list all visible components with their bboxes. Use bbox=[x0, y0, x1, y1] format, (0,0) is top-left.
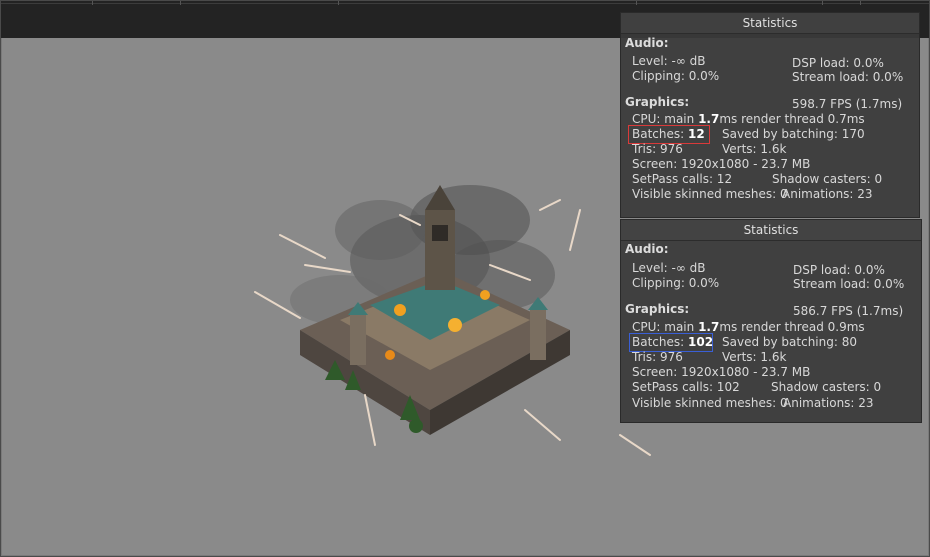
graphics-header: Graphics: bbox=[625, 302, 690, 316]
toolbar-separator bbox=[822, 0, 823, 5]
tris-count: Tris: 976 bbox=[632, 142, 683, 156]
toolbar-separator bbox=[180, 0, 181, 5]
statistics-panel: Statistics Audio: Level: -∞ dB DSP load:… bbox=[620, 219, 922, 423]
skinned-meshes: Visible skinned meshes: 0 bbox=[632, 187, 788, 201]
audio-header: Audio: bbox=[625, 36, 669, 50]
saved-by-batching: Saved by batching: 80 bbox=[722, 335, 857, 349]
animations-count: Animations: 23 bbox=[782, 187, 873, 201]
batches-count: Batches: 12 bbox=[632, 127, 705, 141]
audio-header: Audio: bbox=[625, 242, 669, 256]
audio-level: Level: -∞ dB bbox=[632, 261, 706, 275]
audio-clipping: Clipping: 0.0% bbox=[632, 69, 720, 83]
shadow-casters: Shadow casters: 0 bbox=[772, 172, 883, 186]
shadow-casters: Shadow casters: 0 bbox=[771, 380, 882, 394]
toolbar-separator bbox=[636, 0, 637, 5]
dsp-load: DSP load: 0.0% bbox=[793, 263, 885, 277]
stream-load: Stream load: 0.0% bbox=[792, 70, 904, 84]
screen-info: Screen: 1920x1080 - 23.7 MB bbox=[632, 157, 811, 171]
statistics-panel: Statistics Audio: Level: -∞ dB DSP load:… bbox=[620, 12, 920, 218]
fps-readout: 586.7 FPS (1.7ms) bbox=[793, 304, 904, 318]
setpass-calls: SetPass calls: 12 bbox=[632, 172, 733, 186]
stream-load: Stream load: 0.0% bbox=[793, 277, 905, 291]
tris-count: Tris: 976 bbox=[632, 350, 683, 364]
toolbar-separator bbox=[860, 0, 861, 5]
toolbar-separator bbox=[92, 0, 93, 5]
graphics-header: Graphics: bbox=[625, 95, 690, 109]
screen-info: Screen: 1920x1080 - 23.7 MB bbox=[632, 365, 811, 379]
saved-by-batching: Saved by batching: 170 bbox=[722, 127, 865, 141]
setpass-calls: SetPass calls: 102 bbox=[632, 380, 740, 394]
verts-count: Verts: 1.6k bbox=[722, 142, 787, 156]
fps-readout: 598.7 FPS (1.7ms) bbox=[792, 97, 903, 111]
dsp-load: DSP load: 0.0% bbox=[792, 56, 884, 70]
toolbar-divider bbox=[0, 3, 930, 4]
panel-title: Statistics bbox=[621, 13, 919, 34]
animations-count: Animations: 23 bbox=[783, 396, 874, 410]
audio-clipping: Clipping: 0.0% bbox=[632, 276, 720, 290]
audio-level: Level: -∞ dB bbox=[632, 54, 706, 68]
skinned-meshes: Visible skinned meshes: 0 bbox=[632, 396, 788, 410]
batches-count: Batches: 102 bbox=[632, 335, 714, 349]
panel-title: Statistics bbox=[621, 220, 921, 241]
verts-count: Verts: 1.6k bbox=[722, 350, 787, 364]
toolbar-separator bbox=[338, 0, 339, 5]
